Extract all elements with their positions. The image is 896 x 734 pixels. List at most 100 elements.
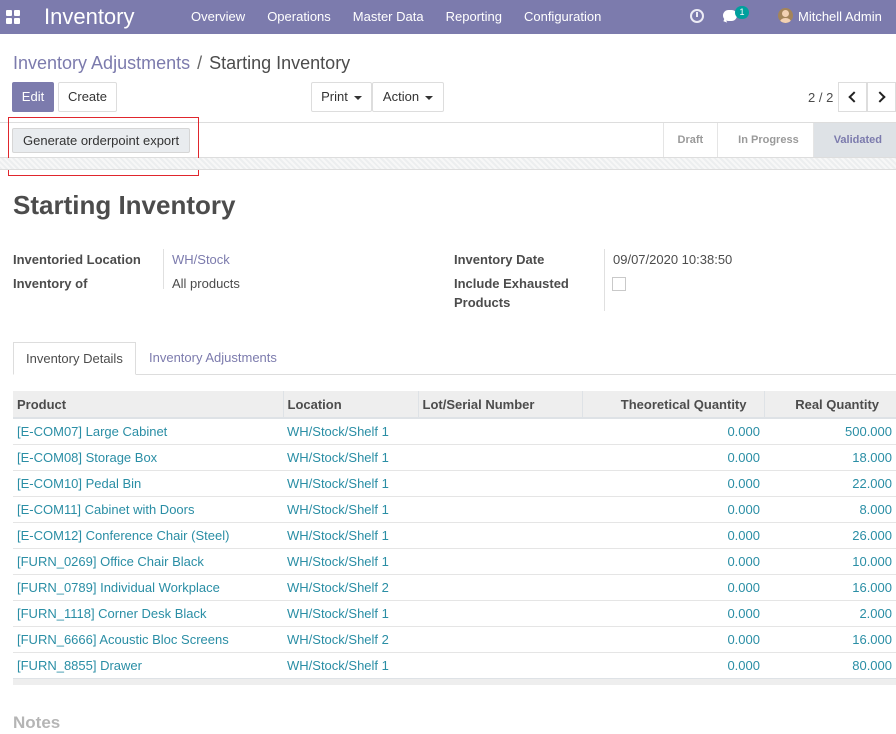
table-row[interactable]: [FURN_0269] Office Chair Black WH/Stock/… — [13, 547, 896, 574]
cell-theoretical-quantity[interactable]: 0.000 — [582, 651, 764, 678]
column-header-lot[interactable]: Lot/Serial Number — [418, 391, 583, 419]
cell-lot[interactable] — [418, 573, 582, 600]
pager-value[interactable]: 2 / 2 — [808, 90, 833, 105]
table-row[interactable]: [FURN_0789] Individual Workplace WH/Stoc… — [13, 573, 896, 600]
cell-location[interactable]: WH/Stock/Shelf 2 — [283, 573, 418, 600]
action-dropdown-button[interactable]: Action — [372, 82, 444, 112]
inventory-date-value: 09/07/2020 10:38:50 — [613, 252, 733, 267]
cell-lot[interactable] — [418, 547, 582, 574]
table-row[interactable]: [E-COM07] Large Cabinet WH/Stock/Shelf 1… — [13, 417, 896, 444]
cell-location[interactable]: WH/Stock/Shelf 1 — [283, 521, 418, 548]
cell-product[interactable]: [FURN_0789] Individual Workplace — [13, 573, 283, 600]
table-row[interactable]: [FURN_8855] Drawer WH/Stock/Shelf 1 0.00… — [13, 651, 896, 678]
menu-item-configuration[interactable]: Configuration — [513, 0, 612, 34]
cell-real-quantity[interactable]: 500.000 — [764, 417, 896, 444]
pager-next-button[interactable] — [867, 82, 896, 112]
cell-real-quantity[interactable]: 22.000 — [764, 469, 896, 496]
cell-theoretical-quantity[interactable]: 0.000 — [582, 469, 764, 496]
cell-product[interactable]: [E-COM08] Storage Box — [13, 443, 283, 470]
cell-lot[interactable] — [418, 417, 582, 444]
table-row[interactable]: [E-COM08] Storage Box WH/Stock/Shelf 1 0… — [13, 443, 896, 470]
edit-button[interactable]: Edit — [12, 82, 54, 112]
table-row[interactable]: [E-COM12] Conference Chair (Steel) WH/St… — [13, 521, 896, 548]
cell-lot[interactable] — [418, 495, 582, 522]
cell-lot[interactable] — [418, 521, 582, 548]
main-menu: Overview Operations Master Data Reportin… — [180, 0, 612, 34]
cell-lot[interactable] — [418, 443, 582, 470]
table-row[interactable]: [FURN_1118] Corner Desk Black WH/Stock/S… — [13, 599, 896, 626]
stage-draft: Draft — [662, 123, 718, 157]
cell-theoretical-quantity[interactable]: 0.000 — [582, 599, 764, 626]
table-row[interactable]: [FURN_6666] Acoustic Bloc Screens WH/Sto… — [13, 625, 896, 652]
cell-theoretical-quantity[interactable]: 0.000 — [582, 547, 764, 574]
cell-theoretical-quantity[interactable]: 0.000 — [582, 573, 764, 600]
inventory-date-label: Inventory Date — [454, 252, 545, 267]
stage-validated: Validated — [812, 123, 896, 157]
user-menu[interactable]: Mitchell Admin — [798, 9, 882, 24]
cell-real-quantity[interactable]: 8.000 — [764, 495, 896, 522]
cell-product[interactable]: [FURN_0269] Office Chair Black — [13, 547, 283, 574]
column-header-product[interactable]: Product — [13, 391, 284, 419]
inventory-of-label: Inventory of — [13, 276, 88, 291]
breadcrumb-parent-link[interactable]: Inventory Adjustments — [13, 53, 190, 74]
cell-real-quantity[interactable]: 16.000 — [764, 625, 896, 652]
cell-product[interactable]: [E-COM12] Conference Chair (Steel) — [13, 521, 283, 548]
column-header-theoretical-quantity[interactable]: Theoretical Quantity — [582, 391, 765, 419]
cell-theoretical-quantity[interactable]: 0.000 — [582, 495, 764, 522]
cell-lot[interactable] — [418, 625, 582, 652]
footer-cell — [283, 677, 418, 685]
cell-location[interactable]: WH/Stock/Shelf 1 — [283, 417, 418, 444]
table-row[interactable]: [E-COM10] Pedal Bin WH/Stock/Shelf 1 0.0… — [13, 469, 896, 496]
menu-item-operations[interactable]: Operations — [256, 0, 342, 34]
cell-location[interactable]: WH/Stock/Shelf 1 — [283, 547, 418, 574]
activity-clock-icon[interactable] — [690, 9, 704, 23]
apps-menu-icon[interactable] — [6, 10, 20, 24]
cell-theoretical-quantity[interactable]: 0.000 — [582, 521, 764, 548]
footer-cell — [764, 677, 896, 685]
breadcrumb: Inventory Adjustments / Starting Invento… — [13, 53, 350, 74]
user-avatar[interactable] — [778, 8, 793, 23]
cell-theoretical-quantity[interactable]: 0.000 — [582, 417, 764, 444]
cell-real-quantity[interactable]: 10.000 — [764, 547, 896, 574]
print-dropdown-button[interactable]: Print — [311, 82, 372, 112]
menu-item-reporting[interactable]: Reporting — [435, 0, 513, 34]
footer-cell — [418, 677, 582, 685]
cell-product[interactable]: [FURN_6666] Acoustic Bloc Screens — [13, 625, 283, 652]
cell-lot[interactable] — [418, 599, 582, 626]
cell-location[interactable]: WH/Stock/Shelf 1 — [283, 651, 418, 678]
table-row[interactable]: [E-COM11] Cabinet with Doors WH/Stock/Sh… — [13, 495, 896, 522]
cell-product[interactable]: [FURN_1118] Corner Desk Black — [13, 599, 283, 626]
breadcrumb-current: Starting Inventory — [209, 53, 351, 73]
notes-heading: Notes — [13, 713, 61, 732]
cell-location[interactable]: WH/Stock/Shelf 1 — [283, 599, 418, 626]
cell-product[interactable]: [E-COM11] Cabinet with Doors — [13, 495, 283, 522]
column-header-real-quantity[interactable]: Real Quantity — [764, 391, 896, 419]
tab-inventory-details[interactable]: Inventory Details — [13, 342, 136, 375]
column-header-location[interactable]: Location — [283, 391, 419, 419]
cell-location[interactable]: WH/Stock/Shelf 1 — [283, 469, 418, 496]
cell-product[interactable]: [E-COM10] Pedal Bin — [13, 469, 283, 496]
include-exhausted-checkbox[interactable] — [612, 277, 626, 291]
cell-location[interactable]: WH/Stock/Shelf 1 — [283, 443, 418, 470]
cell-lot[interactable] — [418, 469, 582, 496]
print-button-label: Print — [321, 89, 348, 104]
cell-real-quantity[interactable]: 18.000 — [764, 443, 896, 470]
cell-real-quantity[interactable]: 26.000 — [764, 521, 896, 548]
tab-inventory-adjustments[interactable]: Inventory Adjustments — [137, 342, 289, 375]
cell-product[interactable]: [FURN_8855] Drawer — [13, 651, 283, 678]
cell-theoretical-quantity[interactable]: 0.000 — [582, 443, 764, 470]
inventoried-location-link[interactable]: WH/Stock — [172, 250, 230, 269]
cell-location[interactable]: WH/Stock/Shelf 1 — [283, 495, 418, 522]
cell-product[interactable]: [E-COM07] Large Cabinet — [13, 417, 283, 444]
cell-real-quantity[interactable]: 16.000 — [764, 573, 896, 600]
cell-lot[interactable] — [418, 651, 582, 678]
cell-real-quantity[interactable]: 2.000 — [764, 599, 896, 626]
menu-item-master-data[interactable]: Master Data — [342, 0, 435, 34]
cell-real-quantity[interactable]: 80.000 — [764, 651, 896, 678]
app-brand[interactable]: Inventory — [44, 4, 135, 30]
create-button[interactable]: Create — [58, 82, 117, 112]
pager-previous-button[interactable] — [838, 82, 867, 112]
cell-location[interactable]: WH/Stock/Shelf 2 — [283, 625, 418, 652]
cell-theoretical-quantity[interactable]: 0.000 — [582, 625, 764, 652]
menu-item-overview[interactable]: Overview — [180, 0, 256, 34]
